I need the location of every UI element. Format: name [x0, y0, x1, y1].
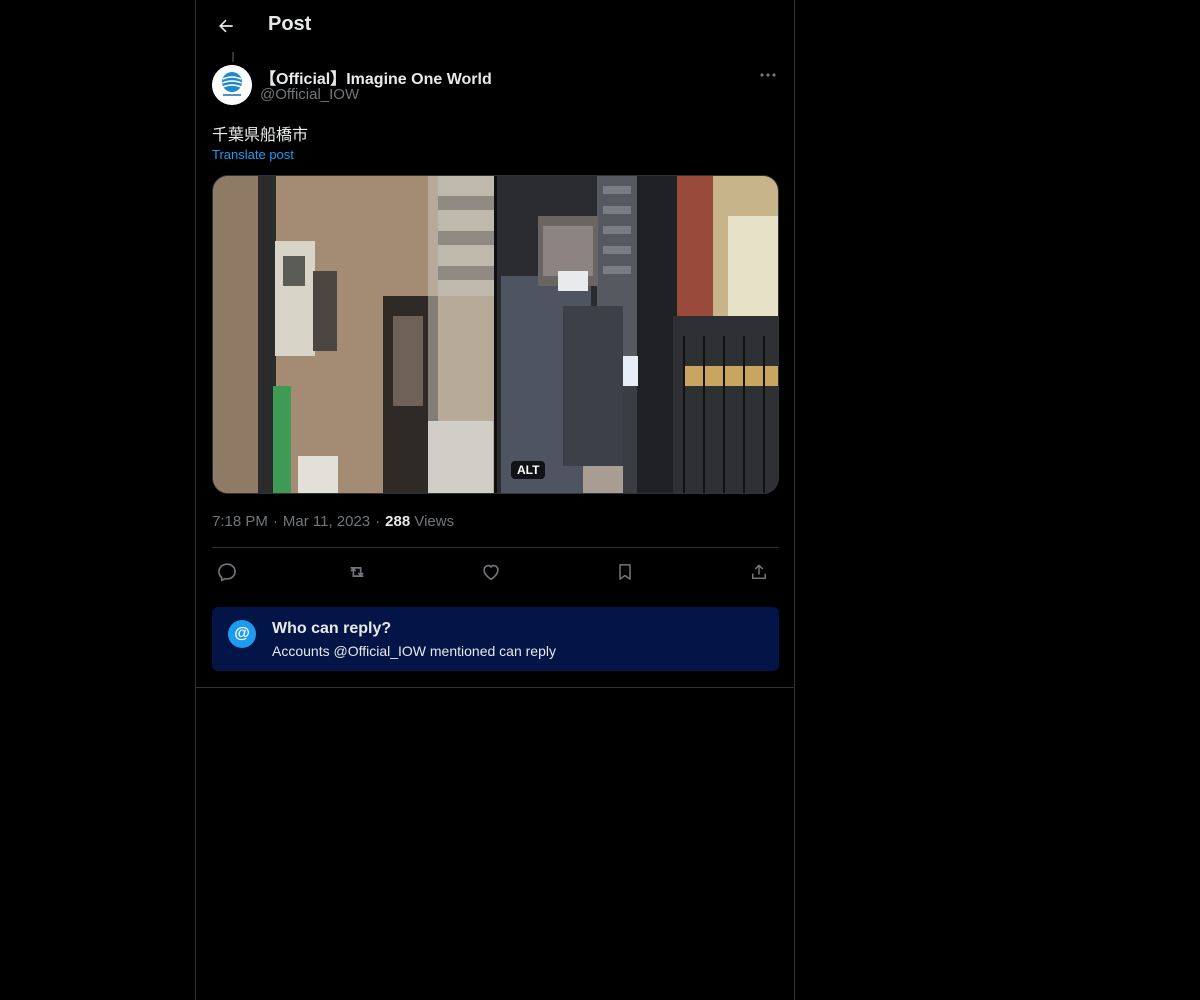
views-count: 288: [385, 513, 411, 530]
repost-icon: [350, 567, 364, 577]
post-time[interactable]: 7:18 PM: [212, 513, 268, 530]
post-media-image[interactable]: ALT: [212, 175, 779, 494]
translate-post-link[interactable]: Translate post: [212, 147, 294, 162]
divider: [196, 687, 794, 688]
share-button[interactable]: [744, 558, 774, 586]
action-bar: [212, 558, 779, 586]
meta-separator: ·: [272, 513, 278, 530]
back-button[interactable]: [208, 8, 244, 44]
bookmark-icon: [619, 564, 631, 580]
reply-button[interactable]: [212, 558, 242, 586]
arrow-left-icon: [219, 19, 233, 33]
like-button[interactable]: [476, 558, 506, 586]
share-icon: [752, 564, 766, 579]
heart-icon: [483, 564, 499, 581]
reply-icon: [218, 563, 236, 582]
avatar[interactable]: [212, 65, 252, 105]
bookmark-button[interactable]: [610, 558, 640, 586]
who-can-reply-box: @ Who can reply? Accounts @Official_IOW …: [212, 607, 779, 671]
alt-text-badge[interactable]: ALT: [511, 461, 546, 479]
media-photo: [213, 176, 778, 493]
more-options-button[interactable]: [756, 65, 780, 85]
page-title: Post: [268, 13, 312, 35]
more-dots-icon: [760, 73, 776, 77]
who-can-reply-title: Who can reply?: [272, 620, 392, 637]
repost-button[interactable]: [342, 558, 372, 586]
globe-logo-icon: [212, 65, 252, 105]
post-date[interactable]: Mar 11, 2023: [283, 513, 370, 530]
main-column: Post 【Official】Imagine One World @Offici…: [195, 0, 795, 1000]
divider: [212, 547, 779, 548]
thread-line: [232, 52, 234, 62]
page-header: Post: [196, 0, 794, 53]
post-meta: 7:18 PM · Mar 11, 2023 · 288 Views: [212, 513, 454, 530]
at-sign-icon: @: [228, 620, 256, 648]
views-label: Views: [414, 513, 455, 530]
meta-separator: ·: [375, 513, 381, 530]
post-text: 千葉県船橋市: [212, 125, 309, 144]
author-handle[interactable]: @Official_IOW: [260, 86, 359, 103]
who-can-reply-description: Accounts @Official_IOW mentioned can rep…: [272, 643, 556, 659]
